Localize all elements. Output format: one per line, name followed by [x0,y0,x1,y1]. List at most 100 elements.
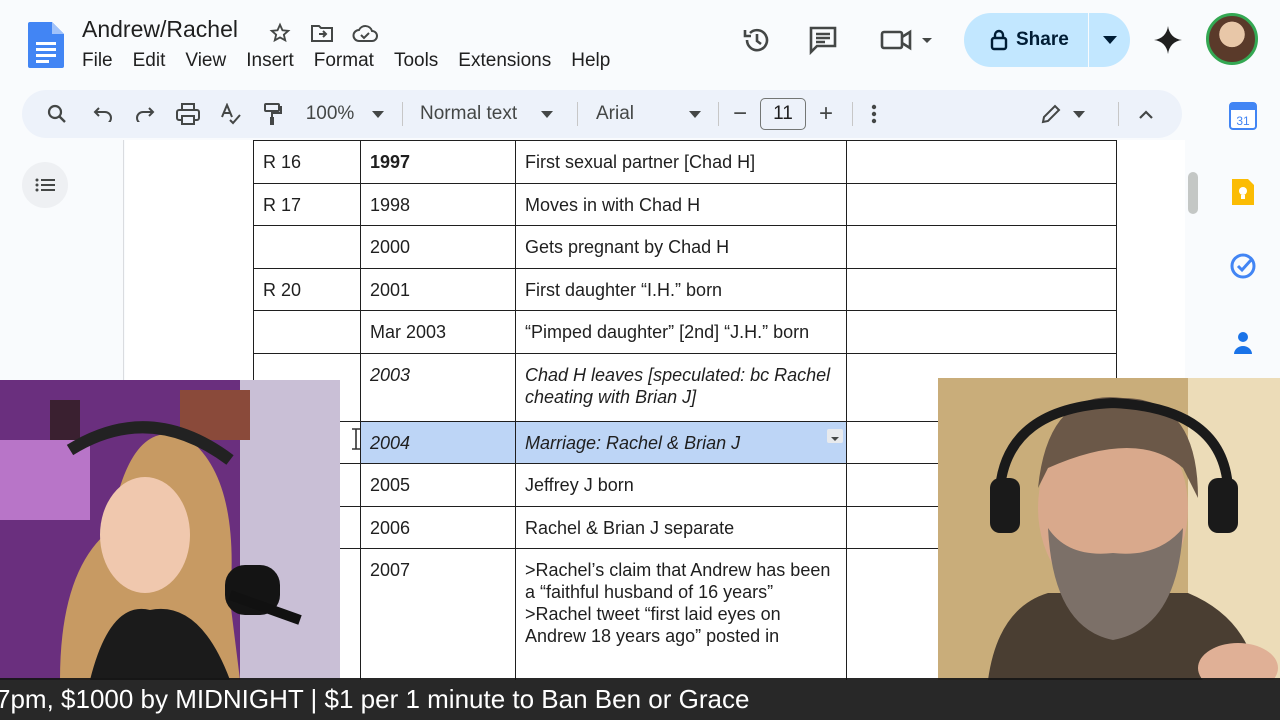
table-cell[interactable]: 1998 [360,183,516,226]
move-folder-icon[interactable] [309,20,335,46]
calendar-icon[interactable]: 31 [1229,102,1257,130]
paragraph-style-select[interactable]: Normal text [420,90,560,138]
search-icon[interactable] [42,90,72,138]
menu-file[interactable]: File [82,50,121,72]
table-cell[interactable]: Mar 2003 [360,310,516,354]
meet-call-icon[interactable] [878,22,938,58]
table-cell[interactable]: 2003 [360,353,516,422]
font-family-value: Arial [596,103,635,124]
toolbar-divider [852,102,853,126]
table-cell[interactable] [846,268,1117,311]
menu-view[interactable]: View [185,50,234,72]
paint-format-icon[interactable] [258,90,288,138]
document-outline-icon[interactable] [22,162,68,208]
more-options-icon[interactable] [862,90,886,138]
keep-icon[interactable] [1229,178,1257,206]
table-cell[interactable] [846,183,1117,226]
undo-icon[interactable] [88,90,118,138]
table-cell[interactable]: Rachel & Brian J separate [515,506,847,549]
table-cell[interactable]: 2000 [360,225,516,269]
table-cell[interactable]: “Pimped daughter” [2nd] “J.H.” born [515,310,847,354]
increase-font-size-button[interactable]: + [814,90,838,138]
gemini-sparkle-icon[interactable] [1150,22,1186,58]
table-cell[interactable] [846,140,1117,184]
cell-text: >Rachel’s claim that Andrew has been a “… [525,560,831,602]
lock-icon [990,29,1008,51]
menu-extensions[interactable]: Extensions [458,50,559,72]
table-cell[interactable]: 1997 [360,140,516,184]
cloud-saved-icon[interactable] [352,20,378,46]
chevron-down-icon [372,110,385,118]
cell-dropdown-icon[interactable] [827,429,843,443]
comments-icon[interactable] [805,22,841,58]
table-cell[interactable]: 2007 [360,548,516,680]
tasks-icon[interactable] [1229,252,1257,280]
chevron-down-icon [1102,36,1117,44]
zoom-value: 100% [305,103,355,124]
menu-format[interactable]: Format [314,50,382,72]
toolbar-divider [1118,102,1119,126]
chevron-down-icon [541,110,554,118]
table-cell[interactable]: >Rachel’s claim that Andrew has been a “… [515,548,847,680]
side-panel: 31 [1203,86,1280,386]
webcam-left-streamer [0,380,340,680]
table-cell-selected[interactable]: Marriage: Rachel & Brian J [515,421,847,464]
chevron-down-icon [689,110,701,118]
contacts-icon[interactable] [1229,328,1257,356]
webcam-right-streamer [938,378,1280,680]
toolbar-divider [402,102,403,126]
spellcheck-icon[interactable] [216,90,246,138]
table-cell[interactable] [846,310,1117,354]
share-button[interactable]: Share [964,13,1130,67]
webcam-left-image [0,380,340,680]
formatting-toolbar: 100% Normal text Arial − 11 + [22,90,1182,138]
table-cell[interactable] [846,225,1117,269]
hide-menus-chevron-up-icon[interactable] [1134,90,1158,138]
table-cell[interactable]: 2006 [360,506,516,549]
table-cell[interactable]: Gets pregnant by Chad H [515,225,847,269]
star-icon[interactable] [267,20,293,46]
menu-help[interactable]: Help [571,50,618,72]
menu-tools[interactable]: Tools [394,50,446,72]
chevron-down-icon [1073,110,1085,118]
share-main-button[interactable]: Share [964,13,1088,67]
google-docs-logo[interactable] [28,22,64,68]
table-cell[interactable]: R 16 [253,140,361,184]
table-cell[interactable] [253,310,361,354]
font-family-select[interactable]: Arial [596,90,701,138]
font-size-input[interactable]: 11 [760,98,806,130]
print-icon[interactable] [173,90,203,138]
share-dropdown-button[interactable] [1089,13,1130,67]
table-row: 2000 Gets pregnant by Chad H [253,225,1117,269]
table-cell[interactable]: Jeffrey J born [515,463,847,507]
table-cell[interactable]: Moves in with Chad H [515,183,847,226]
table-cell[interactable]: First daughter “I.H.” born [515,268,847,311]
menu-edit[interactable]: Edit [133,50,174,72]
toolbar-divider [577,102,578,126]
stream-ticker: 7pm, $1000 by MIDNIGHT | $1 per 1 minute… [0,678,1280,720]
menu-insert[interactable]: Insert [246,50,302,72]
toolbar-divider [718,102,719,126]
table-cell[interactable]: Chad H leaves [speculated: bc Rachel che… [515,353,847,422]
cell-text: Marriage: Rachel & Brian J [525,433,741,453]
editing-mode-select[interactable] [1038,90,1088,138]
redo-icon[interactable] [130,90,160,138]
table-row: Mar 2003 “Pimped daughter” [2nd] “J.H.” … [253,310,1117,354]
zoom-select[interactable]: 100% [300,90,390,138]
document-title[interactable]: Andrew/Rachel [82,16,238,43]
table-cell[interactable]: 2001 [360,268,516,311]
user-avatar[interactable] [1206,13,1258,65]
version-history-icon[interactable] [739,22,775,58]
decrease-font-size-button[interactable]: − [728,90,752,138]
text-cursor-icon [352,428,360,450]
table-cell[interactable]: R 17 [253,183,361,226]
table-cell[interactable]: 2005 [360,463,516,507]
table-cell[interactable]: 2004 [360,421,516,464]
table-cell[interactable] [253,225,361,269]
vertical-scrollbar[interactable] [1188,172,1198,214]
table-row: R 16 1997 First sexual partner [Chad H] [253,140,1117,184]
table-cell[interactable]: R 20 [253,268,361,311]
docs-header: Andrew/Rachel File Edit View Insert Form… [0,0,1280,86]
table-cell[interactable]: First sexual partner [Chad H] [515,140,847,184]
share-label: Share [1016,29,1069,50]
